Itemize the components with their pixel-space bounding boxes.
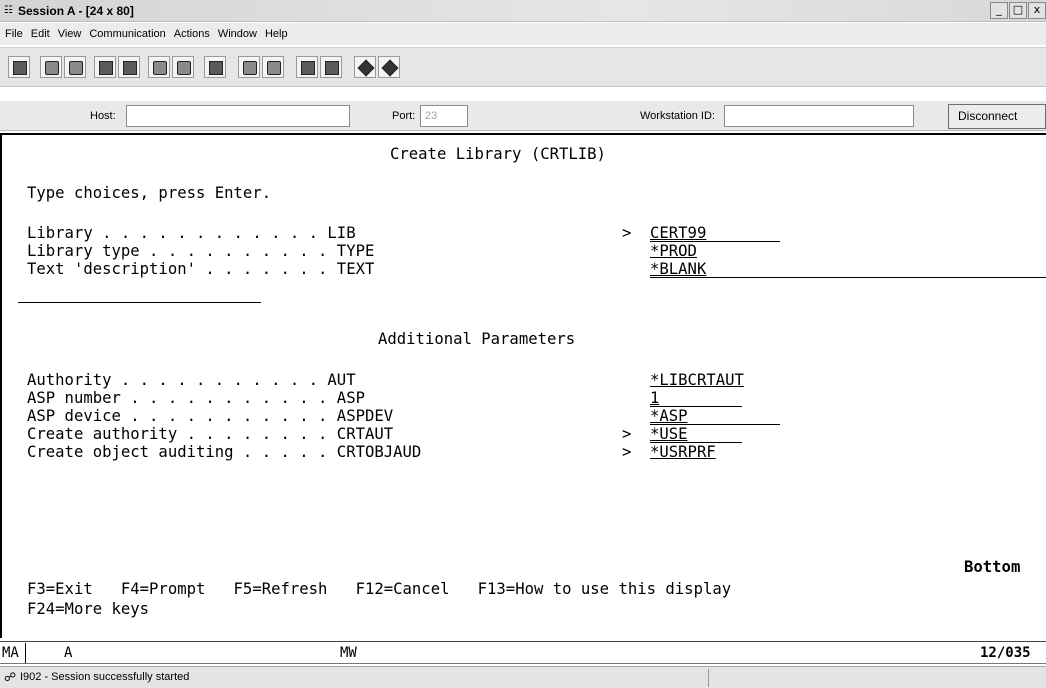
display-icon[interactable]: [204, 56, 226, 78]
print-screen-icon[interactable]: [8, 56, 30, 78]
create-authority-field[interactable]: *USE: [650, 425, 688, 443]
operator-info-area: MA A MW 12/035: [0, 641, 1046, 664]
section-heading: Additional Parameters: [378, 330, 576, 348]
param-label-asp-number: ASP number . . . . . . . . . . . ASP: [27, 389, 365, 407]
window-title: Session A - [24 x 80]: [18, 4, 134, 18]
emulator-screen[interactable]: Create Library (CRTLIB) Type choices, pr…: [0, 133, 1046, 638]
status-message: I902 - Session successfully started: [20, 671, 190, 683]
session-icon: ☍: [4, 670, 17, 684]
bottom-indicator: Bottom: [964, 558, 1021, 576]
edit-icon[interactable]: [378, 56, 400, 78]
changed-marker: >: [622, 224, 632, 242]
mode-indicator: A: [64, 645, 73, 661]
ma-indicator: MA: [2, 645, 19, 661]
param-label-create-object-auditing: Create object auditing . . . . . CRTOBJA…: [27, 443, 422, 461]
status-divider: [708, 669, 709, 687]
workstation-input[interactable]: [724, 105, 914, 127]
menu-bar: File Edit View Communication Actions Win…: [0, 23, 1046, 45]
create-object-auditing-field[interactable]: *USRPRF: [650, 443, 716, 461]
host-bar: Host: Port: 23 Workstation ID: Disconnec…: [0, 101, 1046, 131]
paste-icon[interactable]: [64, 56, 86, 78]
receive-icon[interactable]: [118, 56, 140, 78]
field-underline: [650, 277, 1046, 278]
menu-actions[interactable]: Actions: [174, 27, 210, 41]
menu-view[interactable]: View: [58, 27, 82, 41]
param-label-authority: Authority . . . . . . . . . . . AUT: [27, 371, 356, 389]
separator: [18, 302, 261, 303]
menu-edit[interactable]: Edit: [31, 27, 50, 41]
macro-file-icon[interactable]: [296, 56, 318, 78]
screen-title: Create Library (CRTLIB): [390, 145, 606, 163]
disconnect-button[interactable]: Disconnect: [948, 104, 1046, 129]
palette-icon[interactable]: [354, 56, 376, 78]
host-input[interactable]: [126, 105, 350, 127]
asp-device-field[interactable]: *ASP: [650, 407, 688, 425]
copy-icon[interactable]: [40, 56, 62, 78]
text-description-field[interactable]: *BLANK: [650, 260, 706, 278]
maximize-button[interactable]: □: [1009, 2, 1027, 19]
changed-marker: >: [622, 425, 632, 443]
record-macro-icon[interactable]: [320, 56, 342, 78]
menu-file[interactable]: File: [5, 27, 23, 41]
port-label: Port:: [392, 110, 416, 122]
cursor-position: 12/035: [980, 645, 1031, 661]
play-icon[interactable]: [172, 56, 194, 78]
start-macro-icon[interactable]: [238, 56, 260, 78]
title-bar: ☷ Session A - [24 x 80] _ □ x: [0, 0, 1046, 22]
close-button[interactable]: x: [1028, 2, 1046, 19]
menu-communication[interactable]: Communication: [89, 27, 165, 41]
param-label-asp-device: ASP device . . . . . . . . . . . ASPDEV: [27, 407, 394, 425]
library-field[interactable]: CERT99: [650, 224, 706, 242]
menu-window[interactable]: Window: [218, 27, 257, 41]
authority-field[interactable]: *LIBCRTAUT: [650, 371, 744, 389]
app-icon[interactable]: ☷: [4, 5, 13, 17]
param-label-create-authority: Create authority . . . . . . . . CRTAUT: [27, 425, 394, 443]
asp-number-field[interactable]: 1: [650, 389, 659, 407]
instruction-text: Type choices, press Enter.: [27, 184, 272, 202]
host-label: Host:: [90, 110, 116, 122]
function-keys-line-1[interactable]: F3=Exit F4=Prompt F5=Refresh F12=Cancel …: [27, 580, 731, 598]
send-icon[interactable]: [94, 56, 116, 78]
status-bar: ☍ I902 - Session successfully started: [0, 666, 1046, 688]
param-label-library-type: Library type . . . . . . . . . . TYPE: [27, 242, 375, 260]
param-label-library: Library . . . . . . . . . . . . LIB: [27, 224, 356, 242]
port-input[interactable]: 23: [420, 105, 468, 127]
mw-indicator: MW: [340, 645, 357, 661]
toolbar: [0, 47, 1046, 87]
menu-help[interactable]: Help: [265, 27, 288, 41]
workstation-label: Workstation ID:: [640, 110, 715, 122]
changed-marker: >: [622, 443, 632, 461]
stop-macro-icon[interactable]: [262, 56, 284, 78]
param-label-text: Text 'description' . . . . . . . TEXT: [27, 260, 375, 278]
record-icon[interactable]: [148, 56, 170, 78]
window-controls: _ □ x: [989, 2, 1046, 20]
library-type-field[interactable]: *PROD: [650, 242, 697, 260]
function-keys-line-2[interactable]: F24=More keys: [27, 600, 149, 618]
minimize-button[interactable]: _: [990, 2, 1008, 19]
